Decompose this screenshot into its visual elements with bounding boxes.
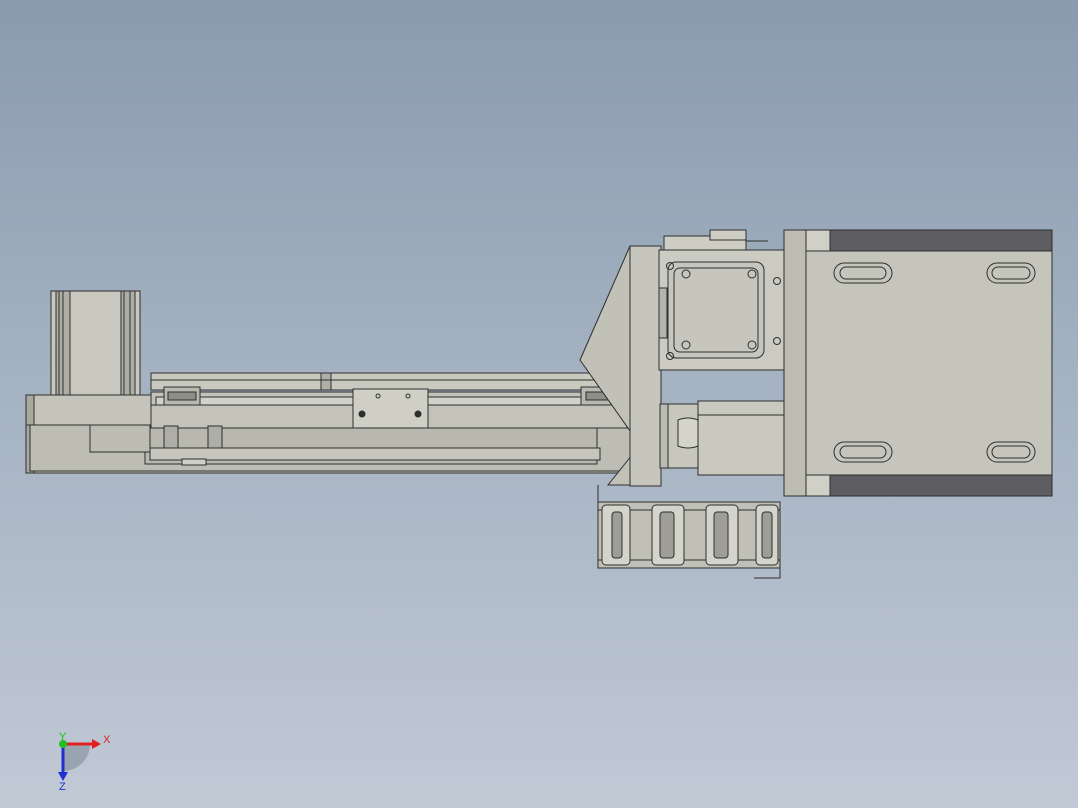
mounting-slot-top-left[interactable] xyxy=(833,262,893,284)
z-axis-arrowhead xyxy=(58,772,68,781)
connector-housing[interactable] xyxy=(697,400,787,476)
rail-end-block[interactable] xyxy=(659,403,703,469)
z-axis-label: Z xyxy=(59,781,66,793)
y-axis-label: Y xyxy=(59,731,67,743)
stepper-motor-left[interactable] xyxy=(50,290,141,396)
guide-rail-top[interactable] xyxy=(150,372,642,391)
mounting-slot-bottom-right[interactable] xyxy=(986,441,1036,463)
motor-mount-plate[interactable] xyxy=(658,249,786,371)
x-axis-arrowhead xyxy=(92,739,101,749)
x-axis-label: X xyxy=(103,734,111,746)
coordinate-triad: X Y Z xyxy=(58,731,111,793)
triad-plane-indicator xyxy=(63,744,90,771)
assembly-model[interactable]: X Y Z xyxy=(0,0,1078,808)
mounting-slot-top-right[interactable] xyxy=(986,262,1036,284)
lower-frame[interactable] xyxy=(89,424,601,466)
cad-viewport[interactable]: X Y Z xyxy=(0,0,1078,808)
cable-drag-chain[interactable] xyxy=(597,485,781,579)
top-clip-bracket[interactable] xyxy=(663,229,768,251)
mounting-slot-bottom-left[interactable] xyxy=(833,441,893,463)
